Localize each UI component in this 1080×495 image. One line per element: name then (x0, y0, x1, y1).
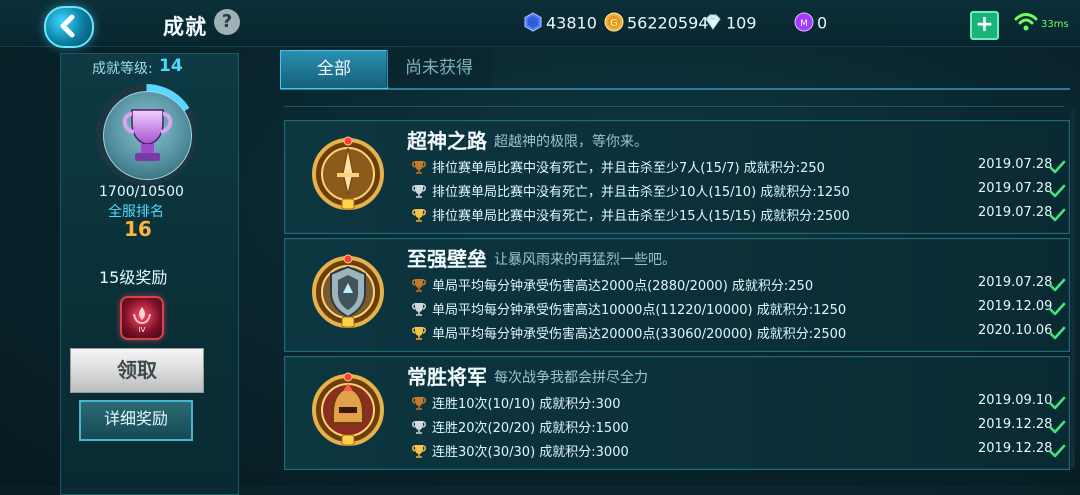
achievement-row: 排位赛单局比赛中没有死亡，并且击杀至少7人(15/7) 成就积分:250 201… (411, 157, 1066, 179)
achievement-points-progress: 1700/10500 (99, 184, 184, 200)
check-icon (1048, 277, 1066, 296)
check-icon (1048, 301, 1066, 320)
check-icon (1048, 183, 1066, 202)
achievement-row: 连胜10次(10/10) 成就积分:300 2019.09.10 (411, 393, 1066, 415)
achievement-row-date: 2019.12.28 (978, 417, 1053, 432)
achievement-row-text: 单局平均每分钟承受伤害高达20000点(33060/20000) 成就积分:25… (432, 327, 847, 342)
achievement-tabs: 全部 尚未获得 (280, 50, 1070, 90)
achievement-row: 排位赛单局比赛中没有死亡，并且击杀至少15人(15/15) 成就积分:2500 … (411, 205, 1066, 227)
achievement-card-3[interactable]: 常胜将军 每次战争我都会拼尽全力 连胜10次(10/10) 成就积分:300 2… (284, 356, 1070, 470)
check-icon (1048, 325, 1066, 344)
page-title: 成就 (163, 15, 207, 39)
achievement-description: 每次战争我都会拼尽全力 (494, 370, 648, 386)
level-reward-badge-icon: IV (120, 296, 164, 340)
achievement-card-2[interactable]: 至强壁垒 让暴风雨来的再猛烈一些吧。 单局平均每分钟承受伤害高达2000点(28… (284, 238, 1070, 352)
achievement-row-text: 连胜20次(20/20) 成就积分:1500 (432, 421, 629, 436)
list-item-partial (284, 92, 1064, 107)
svg-text:G: G (610, 18, 618, 29)
trophy-cup-icon (122, 109, 173, 161)
tab-all[interactable]: 全部 (280, 50, 388, 89)
achievement-row-text: 排位赛单局比赛中没有死亡，并且击杀至少10人(15/10) 成就积分:1250 (432, 185, 850, 200)
achievement-row-date: 2019.07.28 (978, 205, 1053, 220)
gold-trophy-icon (411, 207, 427, 227)
check-icon (1048, 419, 1066, 438)
back-button[interactable] (44, 6, 94, 48)
check-icon (1048, 207, 1066, 226)
achievement-row-date: 2020.10.06 (978, 323, 1053, 338)
help-button[interactable]: ? (214, 9, 240, 35)
detailed-rewards-button[interactable]: 详细奖励 (79, 400, 193, 441)
achievement-row-date: 2019.07.28 (978, 157, 1053, 172)
list-scrollbar[interactable] (1071, 108, 1075, 468)
back-arrow-icon (60, 14, 75, 38)
gold-trophy-icon (411, 325, 427, 345)
shield-badge-icon (303, 247, 393, 337)
achievement-row-date: 2019.07.28 (978, 275, 1053, 290)
achievement-title: 至强壁垒 (407, 247, 487, 271)
achievement-row-date: 2019.09.10 (978, 393, 1053, 408)
achievement-row-text: 连胜30次(30/30) 成就积分:3000 (432, 445, 629, 460)
ping-text: 33ms (1041, 19, 1069, 30)
check-icon (1048, 159, 1066, 178)
helmet-badge-icon (303, 365, 393, 455)
diamond-icon (703, 12, 723, 36)
achievement-row-text: 单局平均每分钟承受伤害高达2000点(2880/2000) 成就积分:250 (432, 279, 814, 294)
gem-value: 43810 (546, 13, 597, 33)
silver-trophy-icon (411, 301, 427, 321)
gold-coin-icon: G (604, 12, 624, 36)
achievement-row: 单局平均每分钟承受伤害高达20000点(33060/20000) 成就积分:25… (411, 323, 1066, 345)
gold-trophy-icon (411, 443, 427, 463)
server-rank-value: 16 (124, 217, 152, 241)
sword-badge-icon (303, 129, 393, 219)
achievement-row-text: 排位赛单局比赛中没有死亡，并且击杀至少7人(15/7) 成就积分:250 (432, 161, 825, 176)
achievement-list[interactable]: 超神之路 超越神的极限，等你来。 排位赛单局比赛中没有死亡，并且击杀至少7人(1… (281, 92, 1077, 486)
gold-value: 56220594 (627, 13, 709, 33)
achievement-row-date: 2019.07.28 (978, 181, 1053, 196)
token-currency: M 0 (794, 12, 827, 36)
achievement-row-date: 2019.12.28 (978, 441, 1053, 456)
achievement-row: 连胜30次(30/30) 成就积分:3000 2019.12.28 (411, 441, 1066, 463)
achievement-description: 超越神的极限，等你来。 (494, 134, 648, 150)
svg-text:M: M (800, 19, 808, 29)
achievement-title: 超神之路 (407, 129, 487, 153)
achievement-row: 排位赛单局比赛中没有死亡，并且击杀至少10人(15/10) 成就积分:1250 … (411, 181, 1066, 203)
achievement-title: 常胜将军 (407, 365, 487, 389)
purple-token-icon: M (794, 12, 814, 36)
claim-reward-button[interactable]: 领取 (70, 348, 204, 393)
svg-text:IV: IV (139, 326, 146, 334)
check-icon (1048, 443, 1066, 462)
achievement-trophy-avatar (103, 91, 192, 180)
achievement-card-1[interactable]: 超神之路 超越神的极限，等你来。 排位赛单局比赛中没有死亡，并且击杀至少7人(1… (284, 120, 1070, 234)
achievement-row-text: 单局平均每分钟承受伤害高达10000点(11220/10000) 成就积分:12… (432, 303, 847, 318)
silver-trophy-icon (411, 183, 427, 203)
level-reward-title: 15级奖励 (99, 268, 168, 287)
achievement-level-value: 14 (159, 56, 183, 76)
bronze-trophy-icon (411, 159, 427, 179)
achievement-row-text: 连胜10次(10/10) 成就积分:300 (432, 397, 621, 412)
add-currency-button[interactable]: + (970, 11, 999, 40)
achievement-row: 连胜20次(20/20) 成就积分:1500 2019.12.28 (411, 417, 1066, 439)
achievement-description: 让暴风雨来的再猛烈一些吧。 (494, 252, 676, 268)
gold-currency: G 56220594 (604, 12, 708, 36)
achievement-row-text: 排位赛单局比赛中没有死亡，并且击杀至少15人(15/15) 成就积分:2500 (432, 209, 850, 224)
tab-not-obtained[interactable]: 尚未获得 (386, 50, 492, 87)
achievement-row: 单局平均每分钟承受伤害高达10000点(11220/10000) 成就积分:12… (411, 299, 1066, 321)
achievement-level-label: 成就等级: (92, 61, 153, 77)
diamond-currency: 109 (703, 12, 757, 36)
bronze-trophy-icon (411, 277, 427, 297)
achievement-row-date: 2019.12.09 (978, 299, 1053, 314)
wifi-icon (1014, 11, 1038, 37)
bronze-trophy-icon (411, 395, 427, 415)
hexagon-gem-icon (523, 12, 543, 36)
diamond-value: 109 (726, 13, 757, 33)
silver-trophy-icon (411, 419, 427, 439)
token-value: 0 (817, 13, 828, 33)
check-icon (1048, 395, 1066, 414)
gem-currency: 43810 (523, 12, 597, 36)
achievement-row: 单局平均每分钟承受伤害高达2000点(2880/2000) 成就积分:250 2… (411, 275, 1066, 297)
